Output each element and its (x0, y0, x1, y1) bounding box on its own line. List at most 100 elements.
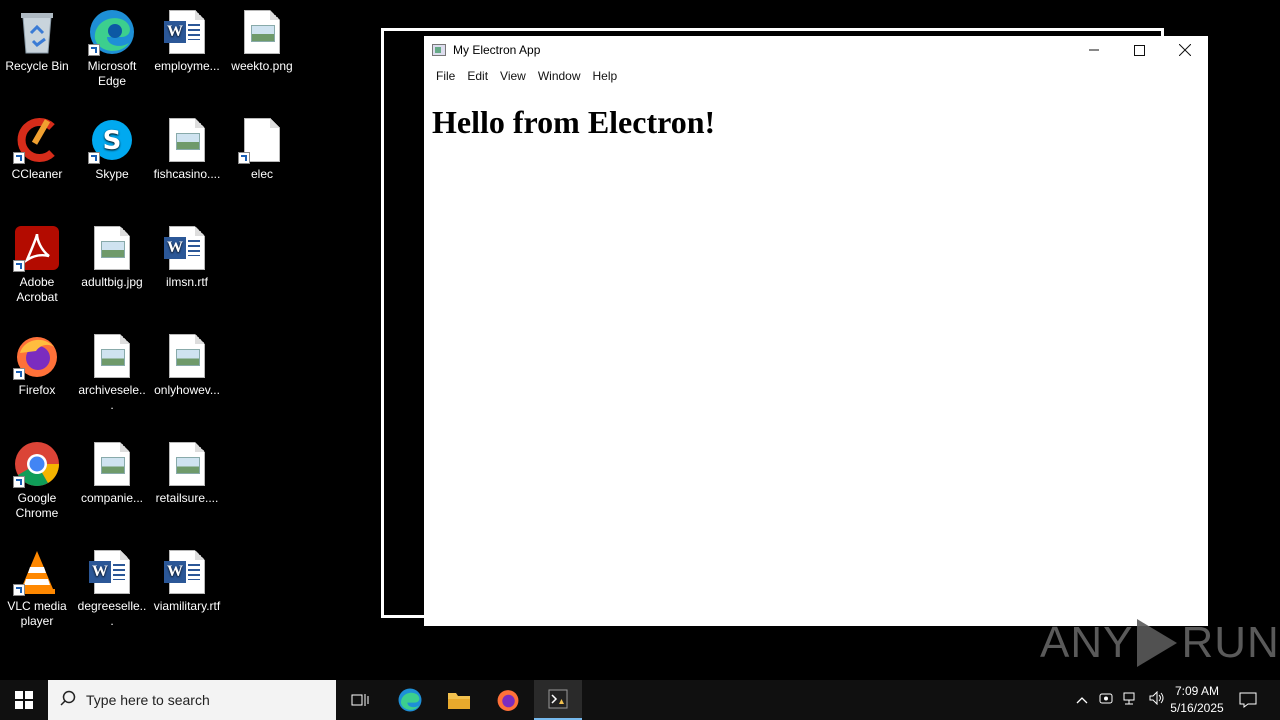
close-button[interactable] (1162, 36, 1208, 64)
task-view-button[interactable] (336, 680, 384, 720)
desktop-icon-label: Microsoft Edge (87, 59, 137, 88)
desktop-icon-label: CCleaner (11, 167, 63, 181)
image-file-icon (238, 8, 286, 56)
shortcut-arrow-icon (88, 152, 100, 164)
electron-app-window[interactable]: My Electron App File Edit View Window He… (424, 36, 1208, 626)
image-file-icon (163, 332, 211, 380)
blank-file-icon (238, 116, 286, 164)
taskbar-search[interactable]: Type here to search (48, 680, 336, 720)
shortcut-arrow-icon (13, 152, 25, 164)
notification-button[interactable] (1224, 680, 1272, 720)
start-button[interactable] (0, 680, 48, 720)
meet-now-icon[interactable] (1099, 691, 1113, 709)
chrome-icon (13, 440, 61, 488)
desktop-icon-microsoft-edge[interactable]: Microsoft Edge (75, 8, 149, 89)
minimize-button[interactable] (1071, 36, 1117, 64)
desktop-icon-google-chrome[interactable]: Google Chrome (0, 440, 74, 521)
windows-logo-icon (15, 691, 33, 709)
edge-icon (88, 8, 136, 56)
search-placeholder: Type here to search (86, 692, 210, 708)
folder-icon (448, 693, 470, 709)
desktop-icon-label: Firefox (18, 383, 56, 397)
menu-view[interactable]: View (494, 69, 532, 83)
acrobat-icon (13, 224, 61, 272)
image-file-icon (88, 224, 136, 272)
desktop-icon-fishcasino[interactable]: fishcasino.... (150, 116, 224, 182)
taskbar: Type here to search 7:09 AM 5/16/2025 (0, 680, 1280, 720)
window-title: My Electron App (453, 43, 541, 57)
desktop-icon-employme[interactable]: W employme... (150, 8, 224, 74)
desktop-icon-label: degreeselle... (77, 599, 147, 628)
desktop-icon-label: weekto.png (231, 59, 293, 73)
menu-file[interactable]: File (430, 69, 461, 83)
image-file-icon (163, 116, 211, 164)
anyrun-watermark: ANY RUN (1040, 618, 1280, 668)
desktop-icon-label: retailsure.... (155, 491, 219, 505)
firefox-icon (13, 332, 61, 380)
desktop-icon-degreeselle[interactable]: W degreeselle... (75, 548, 149, 629)
minimize-icon (1089, 49, 1099, 51)
taskbar-clock[interactable]: 7:09 AM 5/16/2025 (1162, 683, 1232, 717)
desktop-icon-onlyhowev[interactable]: onlyhowev... (150, 332, 224, 398)
word-doc-icon: W (163, 8, 211, 56)
menu-bar: File Edit View Window Help (424, 64, 1208, 88)
desktop-icon-companie[interactable]: companie... (75, 440, 149, 506)
desktop-icon-label: elec (250, 167, 273, 181)
notification-icon (1239, 692, 1257, 708)
system-tray (1070, 680, 1170, 720)
desktop-icon-label: adultbig.jpg (81, 275, 143, 289)
image-file-icon (88, 332, 136, 380)
vlc-icon (13, 548, 61, 596)
desktop-icon-skype[interactable]: S Skype (75, 116, 149, 182)
chevron-up-icon[interactable] (1076, 693, 1088, 708)
watermark-left: ANY (1040, 618, 1134, 667)
watermark-play-icon (1137, 619, 1178, 667)
shortcut-arrow-icon (238, 152, 250, 164)
desktop-icon-label: fishcasino.... (153, 167, 221, 181)
menu-edit[interactable]: Edit (461, 69, 494, 83)
image-file-icon (88, 440, 136, 488)
app-content: Hello from Electron! (424, 104, 1208, 141)
window-titlebar[interactable]: My Electron App (424, 36, 1208, 64)
edge-icon (398, 688, 422, 712)
desktop-icon-label: Google Chrome (15, 491, 59, 520)
clock-date: 5/16/2025 (1170, 701, 1224, 715)
desktop-icon-label: ilmsn.rtf (166, 275, 208, 289)
desktop-icon-adultbig[interactable]: adultbig.jpg (75, 224, 149, 290)
recycle-bin-icon (13, 8, 61, 56)
search-icon (60, 690, 76, 710)
desktop-icon-label: VLC media player (7, 599, 67, 628)
desktop-icon-label: Recycle Bin (5, 59, 69, 73)
word-doc-icon: W (88, 548, 136, 596)
shortcut-arrow-icon (13, 260, 25, 272)
desktop-icon-adobe-acrobat[interactable]: Adobe Acrobat (0, 224, 74, 305)
skype-icon: S (88, 116, 136, 164)
desktop-icon-vlc[interactable]: VLC media player (0, 548, 74, 629)
menu-window[interactable]: Window (532, 69, 587, 83)
desktop-icon-elec[interactable]: elec (225, 116, 299, 182)
desktop-icon-weekto[interactable]: weekto.png (225, 8, 299, 74)
network-icon[interactable] (1123, 691, 1139, 709)
desktop-icon-label: companie... (80, 491, 144, 505)
close-icon (1179, 44, 1191, 56)
menu-help[interactable]: Help (587, 69, 624, 83)
desktop-icon-label: archivesele... (78, 383, 146, 412)
taskbar-firefox[interactable] (484, 680, 532, 720)
taskbar-file-explorer[interactable] (435, 680, 483, 720)
desktop-icon-ilmsn[interactable]: W ilmsn.rtf (150, 224, 224, 290)
shortcut-arrow-icon (88, 44, 100, 56)
desktop-icon-archivesele[interactable]: archivesele... (75, 332, 149, 413)
taskbar-edge[interactable] (386, 680, 434, 720)
desktop-icon-recycle-bin[interactable]: Recycle Bin (0, 8, 74, 74)
app-icon (432, 44, 446, 56)
desktop-icon-label: employme... (154, 59, 220, 73)
taskbar-electron-app[interactable] (534, 680, 582, 720)
desktop-icon-firefox[interactable]: Firefox (0, 332, 74, 398)
ccleaner-icon (13, 116, 61, 164)
desktop-icon-viamilitary[interactable]: W viamilitary.rtf (150, 548, 224, 614)
maximize-button[interactable] (1116, 36, 1162, 64)
shortcut-arrow-icon (13, 476, 25, 488)
desktop-icon-ccleaner[interactable]: CCleaner (0, 116, 74, 182)
desktop-icon-retailsure[interactable]: retailsure.... (150, 440, 224, 506)
word-doc-icon: W (163, 548, 211, 596)
